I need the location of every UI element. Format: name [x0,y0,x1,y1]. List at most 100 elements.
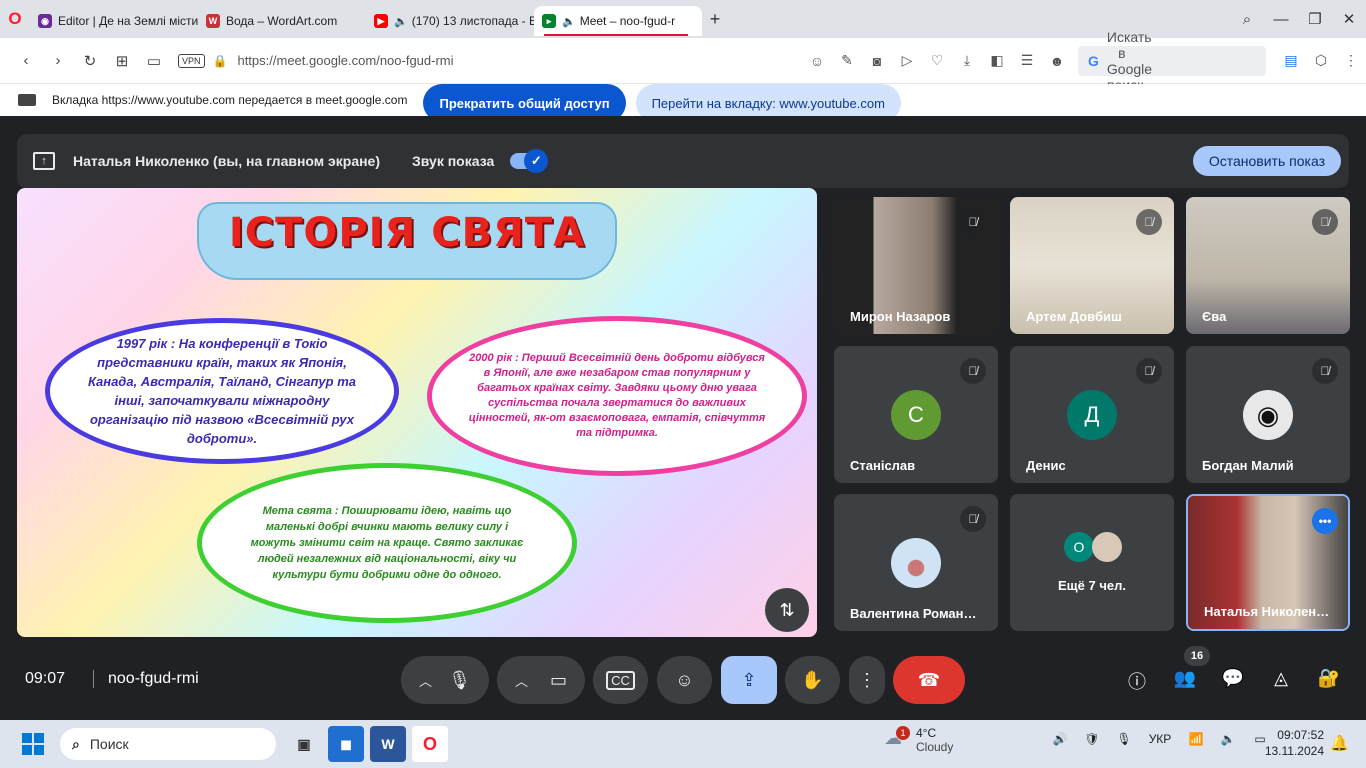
opera-logo-icon[interactable]: O [0,0,30,38]
sharing-text: Вкладка https://www.youtube.com передает… [52,93,408,107]
tab-editor[interactable]: ◉ Editor | Де на Землі місти [30,6,198,36]
more-vert-icon: ⋮ [858,669,876,690]
camera-icon[interactable]: ▭ [138,52,170,70]
chevron-up-icon[interactable]: ︿ [419,671,432,690]
avatar: С [891,390,941,440]
participant-tile[interactable]: 🎙̸ Д Денис [1010,346,1174,483]
cube-icon[interactable]: ⬡ [1306,52,1336,69]
language-indicator[interactable]: УКР [1140,732,1180,746]
send-icon[interactable]: ▷ [892,52,922,69]
reload-icon[interactable]: ↻ [74,52,106,70]
notification-bell-icon[interactable]: 🔔 [1330,734,1349,752]
mic-off-icon: 🎙̸ [960,358,986,384]
participant-name: Валентина Роман… [850,606,977,621]
participant-tile[interactable]: 🎙̸ Артем Довбиш [1010,197,1174,334]
shared-slide: ІСТОРІЯ СВЯТА 1997 рік : На конференції … [17,188,817,637]
taskbar-search[interactable]: ⌕ Поиск [60,728,276,760]
info-icon[interactable]: ⓘ [1122,668,1152,694]
more-vert-icon[interactable]: ⋮ [1336,52,1366,69]
tab-search-icon[interactable]: ⌕ [1230,11,1264,28]
download-icon[interactable]: ⤓ [952,52,982,69]
speaker-icon[interactable]: 🔈 [562,15,576,28]
participant-tile[interactable]: 🎙̸ Єва [1186,197,1350,334]
volume-icon[interactable]: 🔊 [1044,732,1076,746]
meeting-time: 09:07 [25,670,66,687]
snapshot-icon[interactable]: ◙ [862,53,892,69]
host-controls-icon[interactable]: 🔐 [1314,668,1344,689]
present-button[interactable]: ⇪ [721,656,777,704]
weather-widget[interactable]: ☁ 1 4°C Cloudy [884,726,953,754]
minimize-button[interactable]: — [1264,11,1298,28]
emoji-button[interactable]: ☺ [657,656,712,704]
profile-icon[interactable]: ☻ [1042,53,1072,69]
google-search-field[interactable]: GИскать в Google поиск [1078,29,1266,93]
url-field[interactable]: https://meet.google.com/noo-fgud-rmi [237,53,453,68]
hand-icon: ✋ [801,669,824,690]
tab-youtube[interactable]: ▶ 🔈 (170) 13 листопада - E [366,6,534,36]
meet-area: ↑ Наталья Николенко (вы, на главном экра… [0,116,1366,720]
speaker-icon[interactable]: 🔈 [394,15,408,28]
swap-layout-button[interactable]: ⇅ [765,588,809,632]
participant-tile[interactable]: 🎙̸ Мирон Назаров [834,197,998,334]
camera-icon[interactable]: ▭ [550,670,567,691]
more-options-button[interactable]: ⋮ [849,656,885,704]
menu-icon[interactable]: ☰ [1012,52,1042,69]
windows-start-icon[interactable] [22,733,44,755]
clock[interactable]: 09:07:52 13.11.2024 [1260,727,1324,759]
participant-tile[interactable]: 🎙̸ С Станіслав [834,346,998,483]
mic-icon[interactable]: 🎙 [1108,732,1140,746]
battery-saver-icon[interactable]: ◧ [982,52,1012,69]
maximize-button[interactable]: ❐ [1298,10,1332,28]
raise-hand-button[interactable]: ✋ [785,656,840,704]
task-view-icon[interactable]: ▣ [286,726,322,762]
activities-icon[interactable]: ◬ [1266,668,1296,689]
leave-call-button[interactable]: ☎ [893,656,965,704]
youtube-icon: ▶ [374,14,388,28]
participant-tile[interactable]: 🎙̸ ◉ Богдан Малий [1186,346,1350,483]
tab-title: Вода – WordArt.com [226,14,338,28]
grid-icon[interactable]: ⊞ [106,52,138,70]
edit-icon[interactable]: ✎ [832,52,862,69]
heart-icon[interactable]: ♡ [922,52,952,69]
tab-title: Editor | Де на Землі місти [58,14,198,28]
lock-icon[interactable]: 🔒 [213,54,228,68]
defender-icon[interactable]: 🛡 [1076,732,1108,746]
store-icon[interactable]: ◼ [328,726,364,762]
speaker-icon[interactable]: 🔈 [1212,732,1244,746]
wifi-icon[interactable]: 📶 [1180,732,1212,746]
captions-button[interactable]: CC [593,656,648,704]
camera-control[interactable]: ︿ ▭ [497,656,585,704]
slide-title: ІСТОРІЯ СВЯТА [228,210,586,256]
chat-icon[interactable]: 💬 [1218,668,1248,689]
close-button[interactable]: ✕ [1332,10,1366,28]
mic-off-icon: 🎙̸ [960,506,986,532]
mic-icon[interactable]: 🎙 [448,670,471,691]
people-icon[interactable]: 👥 [1170,668,1200,689]
more-options-button[interactable]: ••• [1312,508,1338,534]
tab-meet[interactable]: ▸ 🔈 Meet – noo-fgud-r [534,6,702,36]
forward-icon[interactable]: › [42,52,74,69]
participant-tile[interactable]: 🎙̸ Валентина Роман… [834,494,998,631]
clock-time: 09:07:52 [1277,728,1324,742]
tab-title: (170) 13 листопада - E [411,14,534,28]
emoji-icon[interactable]: ☺ [802,53,832,69]
address-bar: ‹ › ↻ ⊞ ▭ VPN 🔒 https://meet.google.com/… [0,29,1366,93]
vpn-badge[interactable]: VPN [178,53,205,68]
word-icon[interactable]: W [370,726,406,762]
editor-icon: ◉ [38,14,52,28]
back-icon[interactable]: ‹ [10,52,42,69]
chevron-up-icon[interactable]: ︿ [515,671,528,690]
new-tab-button[interactable]: + [702,9,728,30]
participant-name: Мирон Назаров [850,309,951,324]
opera-taskbar-icon[interactable]: O [412,726,448,762]
stop-presenting-button[interactable]: Остановить показ [1192,146,1341,176]
sound-toggle[interactable]: ✓ [510,149,549,173]
more-participants-tile[interactable]: О Ещё 7 чел. [1010,494,1174,631]
mic-off-icon: 🎙̸ [960,209,986,235]
avatar [891,538,941,588]
self-tile[interactable]: ••• Наталья Николен… [1186,494,1350,631]
browser-tab-bar: O ◉ Editor | Де на Землі місти W Вода – Wo… [0,0,1366,38]
mic-control[interactable]: ︿ 🎙 [401,656,489,704]
sidebar-icon[interactable]: ▤ [1276,52,1306,69]
tab-wordart[interactable]: W Вода – WordArt.com [198,6,366,36]
